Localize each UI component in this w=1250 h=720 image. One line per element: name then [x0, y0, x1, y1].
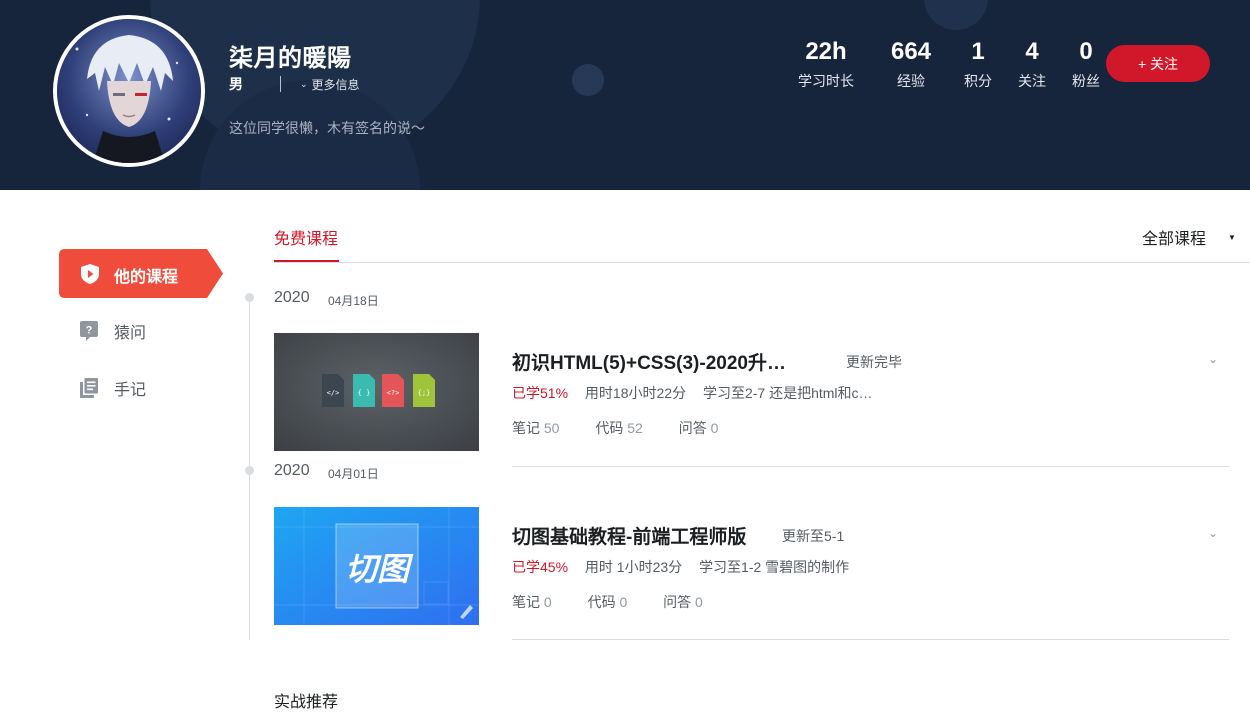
course-divider — [512, 466, 1229, 467]
course-thumbnail[interactable]: 切图 — [274, 507, 479, 625]
gender-label: 男 — [229, 76, 243, 92]
banner-decoration — [572, 64, 604, 96]
qa-link[interactable]: 问答 0 — [663, 594, 703, 610]
notes-count: 0 — [543, 594, 552, 610]
thumbnail-caption: 切图 — [345, 550, 414, 588]
code-count: 0 — [619, 594, 628, 610]
profile-stats: 22h 学习时长 664 经验 1 积分 4 关注 0 粉丝 — [786, 38, 1108, 91]
caret-down-icon: ▼ — [1228, 232, 1236, 242]
stat-label: 积分 — [964, 73, 992, 89]
profile-name: 柒月的暖陽 — [229, 45, 352, 72]
profile-signature: 这位同学很懒，木有签名的说～ — [229, 120, 425, 136]
qa-count: 0 — [695, 594, 703, 610]
course-counts-row: 笔记 0 代码 0 问答 0 — [512, 592, 703, 612]
notes-link[interactable]: 笔记 50 — [512, 420, 559, 436]
filter-label: 全部课程 — [1142, 231, 1207, 248]
sidebar-item-courses[interactable]: 他的课程 — [59, 249, 223, 298]
recommend-section-title: 实战推荐 — [274, 694, 339, 711]
timeline-date: 04月18日 — [328, 294, 379, 308]
timeline-date: 04月01日 — [328, 467, 379, 481]
code-label: 代码 — [595, 420, 624, 436]
stat-study-time: 22h 学习时长 — [786, 38, 866, 91]
qa-label: 问答 — [663, 594, 692, 610]
chevron-down-icon[interactable]: ⌄ — [1208, 352, 1218, 366]
stat-label: 经验 — [897, 73, 925, 89]
avatar[interactable] — [53, 15, 205, 167]
course-time-spent: 用时18小时22分 — [584, 385, 687, 401]
course-thumbnail[interactable]: </> { } <?> {;} — [274, 333, 479, 451]
timeline-year: 2020 — [274, 462, 310, 479]
code-link[interactable]: 代码 52 — [595, 420, 642, 436]
php-file-icon: <?> — [387, 389, 400, 397]
notes-label: 笔记 — [512, 420, 540, 436]
follow-button[interactable]: + 关注 — [1106, 45, 1210, 82]
more-info-link[interactable]: ⌄ 更多信息 — [300, 76, 360, 93]
notes-label: 笔记 — [512, 594, 540, 610]
sidebar-item-label: 猿问 — [114, 325, 147, 342]
svg-text:?: ? — [86, 325, 93, 337]
timeline-year: 2020 — [274, 289, 310, 306]
code-link[interactable]: 代码 0 — [588, 594, 628, 610]
stat-value: 0 — [1079, 38, 1093, 65]
qa-count: 0 — [710, 420, 719, 436]
course-progress: 已学51% — [512, 385, 569, 401]
code-label: 代码 — [587, 594, 616, 610]
sidebar-item-notes[interactable]: 手记 — [80, 376, 220, 400]
stat-fans[interactable]: 0 粉丝 — [1064, 38, 1108, 91]
qa-link[interactable]: 问答 0 — [679, 420, 719, 436]
js-file-icon: {;} — [418, 389, 431, 397]
course-divider — [512, 639, 1229, 640]
course-status: 更新完毕 — [846, 354, 902, 370]
stat-following[interactable]: 4 关注 — [1010, 38, 1054, 91]
stat-value: 664 — [890, 38, 932, 65]
sidebar-item-qa[interactable]: ? 猿问 — [80, 319, 220, 343]
course-time-spent: 用时 1小时23分 — [584, 559, 683, 575]
notes-count: 50 — [543, 420, 560, 436]
course-filter-dropdown[interactable]: 全部课程 ▼ — [1142, 225, 1236, 249]
stat-value: 4 — [1025, 38, 1039, 65]
timeline-dot — [245, 466, 254, 475]
course-last-lesson: 学习至2-7 还是把html和c… — [702, 385, 873, 401]
qa-label: 问答 — [678, 420, 707, 436]
code-count: 52 — [627, 420, 643, 436]
stat-label: 关注 — [1018, 73, 1046, 89]
course-counts-row: 笔记 50 代码 52 问答 0 — [512, 418, 718, 438]
more-info-label: 更多信息 — [311, 77, 360, 92]
notes-link[interactable]: 笔记 0 — [512, 594, 552, 610]
profile-banner: 柒月的暖陽 男 ⌄ 更多信息 这位同学很懒，木有签名的说～ 22h 学习时长 6… — [0, 0, 1250, 190]
chevron-down-icon[interactable]: ⌄ — [1208, 526, 1218, 540]
timeline-dot — [245, 293, 254, 302]
course-progress-row: 已学45% 用时 1小时23分 学习至1-2 雪碧图的制作 — [512, 557, 849, 577]
meta-divider — [280, 76, 281, 92]
question-icon: ? — [80, 321, 98, 341]
profile-meta: 男 ⌄ 更多信息 — [229, 75, 360, 93]
stat-points: 1 积分 — [956, 38, 1000, 91]
tab-free-courses[interactable]: 免费课程 — [274, 225, 338, 249]
sidebar-item-label: 手记 — [114, 382, 147, 399]
notebook-icon — [80, 378, 98, 398]
stat-value: 22h — [805, 38, 847, 65]
banner-decoration — [924, 0, 988, 30]
tab-divider — [274, 262, 1250, 263]
course-status: 更新至5-1 — [782, 528, 845, 544]
course-last-lesson: 学习至1-2 雪碧图的制作 — [699, 559, 850, 575]
css-file-icon: { } — [358, 389, 371, 397]
chevron-down-icon: ⌄ — [300, 78, 308, 89]
shield-icon — [81, 264, 99, 284]
stat-label: 学习时长 — [798, 73, 854, 89]
course-title[interactable]: 切图基础教程-前端工程师版 — [512, 522, 746, 549]
course-title[interactable]: 初识HTML(5)+CSS(3)-2020升… — [512, 348, 786, 375]
stat-experience: 664 经验 — [876, 38, 946, 91]
code-file-icon: </> — [327, 389, 340, 397]
course-progress: 已学45% — [512, 559, 569, 575]
stat-label: 粉丝 — [1072, 73, 1100, 89]
stat-value: 1 — [971, 38, 985, 65]
course-progress-row: 已学51% 用时18小时22分 学习至2-7 还是把html和c… — [512, 383, 873, 403]
sidebar-item-label: 他的课程 — [114, 269, 179, 286]
